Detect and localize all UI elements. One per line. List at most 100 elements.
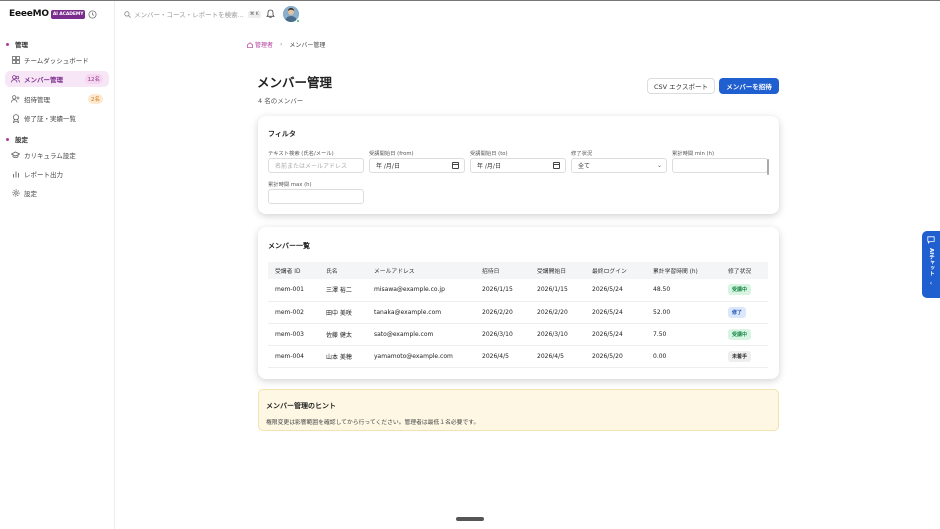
text-search-input[interactable]: 名前またはメールアドレス	[268, 158, 364, 173]
column-header[interactable]: 累計学習時間 (h)	[646, 262, 721, 279]
study-hours: 52.00	[646, 301, 721, 324]
column-header[interactable]: 受講者 ID	[268, 262, 319, 279]
search-placeholder: メンバー・コース・レポートを検索...	[134, 11, 244, 19]
online-status-indicator	[296, 19, 300, 23]
member-list-card: メンバー一覧 受講者 ID 氏名 メールアドレス 招待日 受講開始日 最終ログイ…	[258, 227, 779, 379]
filter-card: フィルタ テキスト検索 (氏名/メール) 名前またはメールアドレス 受講開始日 …	[258, 116, 779, 214]
member-list-title: メンバー一覧	[268, 242, 310, 250]
table-row[interactable]: mem-002 田中 美咲 tanaka@example.com 2026/2/…	[268, 301, 768, 324]
ai-chat-tab[interactable]: AIチャット ‹	[922, 231, 940, 298]
breadcrumb-home[interactable]: 管理者	[247, 40, 273, 49]
csv-export-button[interactable]: CSV エクスポート	[647, 78, 715, 94]
member-name: 山本 美穂	[319, 345, 367, 368]
chat-icon	[927, 236, 935, 244]
start-from-label: 受講開始日 (from)	[369, 151, 414, 157]
sidebar-item-settings[interactable]: 設定	[5, 185, 109, 201]
sidebar-item-invitations[interactable]: 招待管理 2名	[5, 91, 109, 107]
sidebar-item-member-management[interactable]: メンバー管理 12名	[5, 71, 109, 87]
invite-member-button[interactable]: メンバーを招待	[719, 78, 779, 94]
filter-scrollbar[interactable]	[767, 159, 769, 175]
column-header[interactable]: 受講開始日	[530, 262, 585, 279]
member-email: yamamoto@example.com	[367, 345, 475, 368]
users-icon	[11, 75, 20, 84]
start-date: 2026/4/5	[530, 345, 585, 368]
member-count-text: 4 名のメンバー	[258, 97, 304, 105]
chevron-down-icon: ⌄	[656, 162, 662, 169]
member-id: mem-001	[268, 279, 319, 302]
member-name: 三澤 裕二	[319, 279, 367, 302]
start-date: 2026/1/15	[530, 279, 585, 302]
breadcrumb-current: メンバー管理	[289, 42, 326, 49]
hours-max-label: 累計時間 max (h)	[268, 182, 312, 188]
table-row[interactable]: mem-003 佐藤 健太 sato@example.com 2026/3/10…	[268, 323, 768, 346]
column-header[interactable]: 修了状況	[721, 262, 768, 279]
calendar-icon[interactable]	[553, 162, 560, 169]
last-login: 2026/5/20	[585, 345, 646, 368]
chevron-left-icon: ‹	[929, 280, 933, 288]
sidebar-item-label: 修了証・実績一覧	[24, 115, 76, 123]
member-id: mem-004	[268, 345, 319, 368]
completion-status-label: 修了状況	[571, 151, 593, 157]
member-table: 受講者 ID 氏名 メールアドレス 招待日 受講開始日 最終ログイン 累計学習時…	[268, 262, 768, 368]
hours-max-input[interactable]	[268, 189, 364, 204]
hours-min-input[interactable]	[672, 158, 768, 173]
completion-status-select[interactable]: 全て ⌄	[571, 158, 667, 173]
start-to-label: 受講開始日 (to)	[470, 151, 508, 157]
calendar-icon[interactable]	[452, 162, 459, 169]
sidebar-item-label: カリキュラム設定	[24, 152, 76, 160]
window-top-border	[0, 0, 940, 1]
sidebar-item-label: メンバー管理	[24, 76, 63, 84]
column-header[interactable]: 氏名	[319, 262, 367, 279]
sidebar-item-label: 設定	[24, 190, 37, 198]
section-dot-icon	[6, 137, 9, 141]
member-id: mem-002	[268, 301, 319, 324]
bar-chart-icon	[11, 170, 20, 179]
sidebar-item-report-export[interactable]: レポート出力	[5, 166, 109, 182]
study-hours: 0.00	[646, 345, 721, 368]
column-header[interactable]: メールアドレス	[367, 262, 475, 279]
hint-title: メンバー管理のヒント	[266, 402, 336, 410]
filter-title: フィルタ	[268, 130, 296, 138]
global-search[interactable]: メンバー・コース・レポートを検索... ⌘ K	[124, 8, 269, 20]
history-icon[interactable]	[87, 9, 97, 19]
invited-date: 2026/1/15	[475, 279, 530, 302]
start-to-date-input[interactable]: 年 /月/日	[470, 158, 566, 173]
grid-icon	[11, 56, 20, 65]
column-header[interactable]: 最終ログイン	[585, 262, 646, 279]
study-hours: 48.50	[646, 279, 721, 302]
home-indicator[interactable]	[456, 517, 484, 521]
graduation-cap-icon	[11, 151, 20, 160]
page-title: メンバー管理	[257, 75, 333, 90]
sidebar-section-admin: 管理	[6, 39, 28, 49]
invited-date: 2026/4/5	[475, 345, 530, 368]
table-row[interactable]: mem-004 山本 美穂 yamamoto@example.com 2026/…	[268, 345, 768, 368]
award-icon	[11, 113, 20, 123]
member-name: 田中 美咲	[319, 301, 367, 324]
status-badge: 未着手	[728, 350, 752, 362]
status-badge: 修了	[728, 306, 747, 318]
breadcrumb-separator-icon: ›	[280, 41, 283, 48]
ai-chat-label: AIチャット	[928, 248, 934, 277]
sidebar-item-curriculum[interactable]: カリキュラム設定	[5, 147, 109, 163]
breadcrumb: 管理者 › メンバー管理	[247, 40, 325, 49]
text-search-label: テキスト検索 (氏名/メール)	[268, 151, 334, 157]
member-count-badge: 12名	[84, 74, 103, 84]
notification-bell-icon[interactable]	[266, 9, 275, 19]
search-icon	[124, 10, 131, 18]
sidebar-item-certificates[interactable]: 修了証・実績一覧	[5, 110, 109, 126]
sidebar-item-label: 招待管理	[24, 96, 50, 104]
member-id: mem-003	[268, 323, 319, 346]
column-header[interactable]: 招待日	[475, 262, 530, 279]
member-name: 佐藤 健太	[319, 323, 367, 346]
sidebar: EeeeMO AI ACADEMY 管理 チームダッシュボード メンバー管理 1…	[0, 1, 115, 529]
sidebar-item-team-dashboard[interactable]: チームダッシュボード	[5, 52, 109, 68]
start-date: 2026/3/10	[530, 323, 585, 346]
start-from-date-input[interactable]: 年 /月/日	[369, 158, 465, 173]
gear-icon	[11, 189, 20, 198]
search-shortcut: ⌘ K	[247, 10, 261, 18]
table-row[interactable]: mem-001 三澤 裕二 misawa@example.co.jp 2026/…	[268, 279, 768, 302]
start-date: 2026/2/20	[530, 301, 585, 324]
brand-logo[interactable]: EeeeMO AI ACADEMY	[9, 9, 86, 19]
invitation-count-badge: 2名	[88, 94, 103, 104]
hint-box: メンバー管理のヒント 権限変更は影響範囲を確認してから行ってください。管理者は最…	[258, 389, 779, 431]
